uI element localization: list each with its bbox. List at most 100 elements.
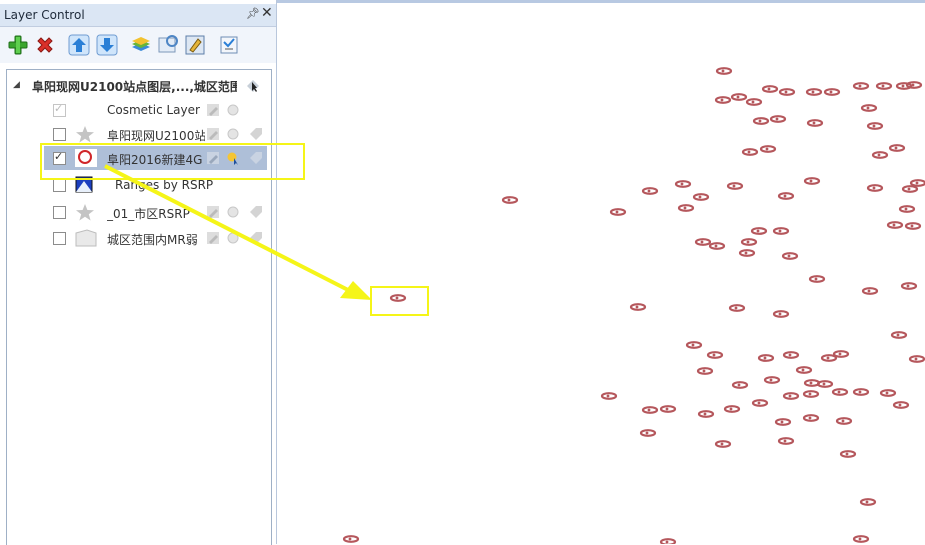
edit-icon[interactable] bbox=[206, 205, 220, 219]
site-marker[interactable] bbox=[731, 381, 749, 389]
layer-row-cosmetic[interactable]: Cosmetic Layer bbox=[7, 99, 271, 123]
site-marker[interactable] bbox=[641, 406, 659, 414]
site-marker[interactable] bbox=[696, 367, 714, 375]
site-marker[interactable] bbox=[777, 192, 795, 200]
site-marker[interactable] bbox=[752, 117, 770, 125]
site-marker[interactable] bbox=[740, 238, 758, 246]
site-marker[interactable] bbox=[659, 405, 677, 413]
site-marker[interactable] bbox=[898, 205, 916, 213]
site-marker[interactable] bbox=[778, 88, 796, 96]
site-marker[interactable] bbox=[879, 389, 897, 397]
site-marker[interactable] bbox=[759, 145, 777, 153]
site-marker[interactable] bbox=[831, 388, 849, 396]
site-marker[interactable] bbox=[806, 119, 824, 127]
layer-visibility-checkbox[interactable] bbox=[53, 206, 66, 219]
site-marker[interactable] bbox=[803, 177, 821, 185]
site-marker[interactable] bbox=[908, 355, 925, 363]
site-marker[interactable] bbox=[852, 388, 870, 396]
site-marker[interactable] bbox=[782, 392, 800, 400]
site-marker[interactable] bbox=[694, 238, 712, 246]
site-marker[interactable] bbox=[659, 538, 677, 544]
layer-visibility-checkbox[interactable] bbox=[53, 102, 66, 117]
add-layer-icon[interactable] bbox=[7, 34, 29, 56]
site-marker[interactable] bbox=[781, 252, 799, 260]
site-marker[interactable] bbox=[685, 341, 703, 349]
site-marker[interactable] bbox=[641, 187, 659, 195]
pointer-tool-icon[interactable] bbox=[245, 78, 259, 92]
refresh-layers-icon[interactable] bbox=[157, 34, 179, 56]
label-icon[interactable] bbox=[249, 127, 263, 141]
site-marker[interactable] bbox=[730, 93, 748, 101]
layer-visibility-checkbox[interactable] bbox=[53, 128, 66, 141]
move-up-icon[interactable] bbox=[68, 34, 90, 56]
site-marker[interactable] bbox=[629, 303, 647, 311]
site-marker[interactable] bbox=[761, 85, 779, 93]
site-marker[interactable] bbox=[342, 535, 360, 543]
site-marker[interactable] bbox=[751, 399, 769, 407]
site-marker[interactable] bbox=[745, 98, 763, 106]
site-marker[interactable] bbox=[706, 351, 724, 359]
site-marker[interactable] bbox=[808, 275, 826, 283]
site-marker[interactable] bbox=[772, 227, 790, 235]
selectable-icon[interactable] bbox=[226, 205, 240, 219]
site-marker[interactable] bbox=[901, 185, 919, 193]
site-marker[interactable] bbox=[866, 184, 884, 192]
site-marker[interactable] bbox=[802, 414, 820, 422]
site-marker[interactable] bbox=[900, 282, 918, 290]
site-marker[interactable] bbox=[501, 196, 519, 204]
site-marker[interactable] bbox=[861, 287, 879, 295]
edit-icon[interactable] bbox=[206, 103, 220, 117]
selectable-icon[interactable] bbox=[226, 103, 240, 117]
label-icon[interactable] bbox=[249, 205, 263, 219]
site-marker[interactable] bbox=[866, 122, 884, 130]
site-marker[interactable] bbox=[909, 179, 925, 187]
site-marker[interactable] bbox=[609, 208, 627, 216]
layer-style-icon[interactable] bbox=[184, 34, 206, 56]
site-marker[interactable] bbox=[728, 304, 746, 312]
selectable-icon[interactable] bbox=[226, 231, 240, 245]
collapse-icon[interactable]: ◢ bbox=[13, 80, 20, 90]
site-marker[interactable] bbox=[697, 410, 715, 418]
site-marker[interactable] bbox=[832, 350, 850, 358]
map-canvas[interactable] bbox=[277, 0, 925, 544]
site-marker[interactable] bbox=[860, 104, 878, 112]
tree-root[interactable]: ◢ 阜阳现网U2100站点图层,...,城区范围 bbox=[7, 73, 271, 97]
site-marker[interactable] bbox=[741, 148, 759, 156]
site-marker[interactable] bbox=[750, 227, 768, 235]
site-marker[interactable] bbox=[757, 354, 775, 362]
site-marker[interactable] bbox=[738, 249, 756, 257]
site-marker[interactable] bbox=[715, 67, 733, 75]
site-marker[interactable] bbox=[805, 88, 823, 96]
site-marker[interactable] bbox=[772, 310, 790, 318]
site-marker[interactable] bbox=[677, 204, 695, 212]
site-marker[interactable] bbox=[852, 82, 870, 90]
edit-icon[interactable] bbox=[206, 127, 220, 141]
site-marker[interactable] bbox=[852, 535, 870, 543]
site-marker[interactable] bbox=[835, 417, 853, 425]
site-marker[interactable] bbox=[777, 437, 795, 445]
layer-row-mr-weak[interactable]: 城区范围内MR弱 bbox=[7, 227, 271, 251]
site-marker[interactable] bbox=[886, 221, 904, 229]
site-marker[interactable] bbox=[871, 151, 889, 159]
site-marker[interactable] bbox=[875, 82, 893, 90]
site-marker[interactable] bbox=[888, 144, 906, 152]
layer-visibility-checkbox[interactable] bbox=[53, 232, 66, 245]
remove-layer-icon[interactable] bbox=[34, 34, 56, 56]
site-marker[interactable] bbox=[859, 498, 877, 506]
layer-options-icon[interactable] bbox=[218, 34, 240, 56]
edit-icon[interactable] bbox=[206, 231, 220, 245]
site-marker[interactable] bbox=[692, 193, 710, 201]
site-marker[interactable] bbox=[763, 376, 781, 384]
site-marker[interactable] bbox=[714, 440, 732, 448]
site-marker[interactable] bbox=[774, 418, 792, 426]
site-marker[interactable] bbox=[726, 182, 744, 190]
pin-icon[interactable]: 📌︎ bbox=[246, 7, 260, 20]
site-marker[interactable] bbox=[639, 429, 657, 437]
site-marker[interactable] bbox=[890, 331, 908, 339]
site-marker[interactable] bbox=[708, 242, 726, 250]
label-icon[interactable] bbox=[249, 231, 263, 245]
site-marker[interactable] bbox=[892, 401, 910, 409]
site-marker[interactable] bbox=[795, 366, 813, 374]
selectable-icon[interactable] bbox=[226, 127, 240, 141]
site-marker[interactable] bbox=[839, 450, 857, 458]
